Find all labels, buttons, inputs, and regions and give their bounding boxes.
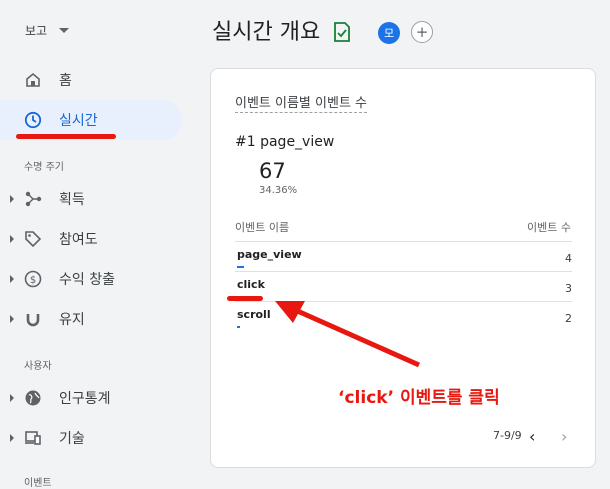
report-label: 보고 xyxy=(25,24,48,38)
top-event-name: page_view xyxy=(260,134,335,150)
expand-arrow-icon xyxy=(10,235,14,243)
nav-retention[interactable]: 유지 xyxy=(0,299,182,339)
devices-icon xyxy=(24,429,42,447)
report-selector[interactable]: 보고 xyxy=(25,22,70,39)
expand-arrow-icon xyxy=(10,394,14,402)
expand-arrow-icon xyxy=(10,275,14,283)
nav-realtime-label: 실시간 xyxy=(59,113,98,129)
nav-tech-label: 기술 xyxy=(59,431,85,447)
column-header-event-count: 이벤트 수 xyxy=(527,221,571,234)
top-event-heading: #1 page_view xyxy=(235,134,334,150)
nav-home[interactable]: 홈 xyxy=(0,60,182,100)
nav-retention-label: 유지 xyxy=(59,312,85,328)
nav-engagement-label: 참여도 xyxy=(59,232,98,248)
annotation-arrow-icon xyxy=(275,301,421,368)
expand-arrow-icon xyxy=(10,195,14,203)
sidebar: 보고 홈 실시간 수명 주기 획득 참여도 $ 수익 창출 유지 사용자 인구통… xyxy=(0,0,196,489)
expand-arrow-icon xyxy=(10,315,14,323)
share-icon xyxy=(24,190,42,208)
section-lifecycle: 수명 주기 xyxy=(24,162,64,173)
next-page-icon[interactable]: › xyxy=(561,427,567,446)
event-count-card: 이벤트 이름별 이벤트 수 #1 page_view 67 34.36% 이벤트… xyxy=(210,68,596,468)
annotation-underline-click xyxy=(227,296,263,301)
event-name[interactable]: page_view xyxy=(237,248,302,261)
section-events: 이벤트 xyxy=(24,478,52,489)
event-name[interactable]: click xyxy=(237,278,265,291)
event-count: 2 xyxy=(565,312,572,325)
avatar[interactable]: 모 xyxy=(378,22,400,44)
event-bar xyxy=(237,326,240,328)
nav-home-label: 홈 xyxy=(59,73,72,89)
caret-down-icon xyxy=(59,28,70,33)
prev-page-icon[interactable]: ‹ xyxy=(529,427,535,446)
nav-tech[interactable]: 기술 xyxy=(0,418,182,458)
top-event-value: 67 xyxy=(259,159,286,183)
nav-monetization-label: 수익 창출 xyxy=(59,272,115,288)
add-comparison-button[interactable]: + xyxy=(411,21,433,43)
dollar-circle-icon: $ xyxy=(24,270,42,288)
nav-acquisition-label: 획득 xyxy=(59,192,85,208)
nav-demographics-label: 인구통계 xyxy=(59,391,111,407)
event-name[interactable]: scroll xyxy=(237,308,271,321)
top-event-percent: 34.36% xyxy=(259,185,298,196)
nav-demographics[interactable]: 인구통계 xyxy=(0,378,182,418)
event-bar xyxy=(237,266,244,268)
rank-label: #1 xyxy=(235,134,256,150)
nav-monetization[interactable]: $ 수익 창출 xyxy=(0,259,182,299)
expand-arrow-icon xyxy=(10,434,14,442)
svg-text:$: $ xyxy=(30,275,36,286)
section-user: 사용자 xyxy=(24,361,52,372)
card-title[interactable]: 이벤트 이름별 이벤트 수 xyxy=(235,92,367,113)
pagination-label: 7-9/9 xyxy=(493,429,522,442)
event-count: 4 xyxy=(565,252,572,265)
magnet-icon xyxy=(24,310,42,328)
check-report-icon[interactable] xyxy=(333,22,351,46)
page-title: 실시간 개요 xyxy=(212,20,321,45)
nav-acquisition[interactable]: 획득 xyxy=(0,179,182,219)
nav-engagement[interactable]: 참여도 xyxy=(0,219,182,259)
clock-icon xyxy=(24,111,42,129)
home-icon xyxy=(24,71,42,89)
tag-icon xyxy=(24,230,42,248)
event-count: 3 xyxy=(565,282,572,295)
globe-icon xyxy=(24,389,42,407)
annotation-underline-realtime xyxy=(16,134,116,139)
table-row[interactable]: page_view 4 xyxy=(235,241,572,272)
column-header-event-name: 이벤트 이름 xyxy=(235,221,290,234)
annotation-text: ‘click’ 이벤트를 클릭 xyxy=(338,388,500,408)
